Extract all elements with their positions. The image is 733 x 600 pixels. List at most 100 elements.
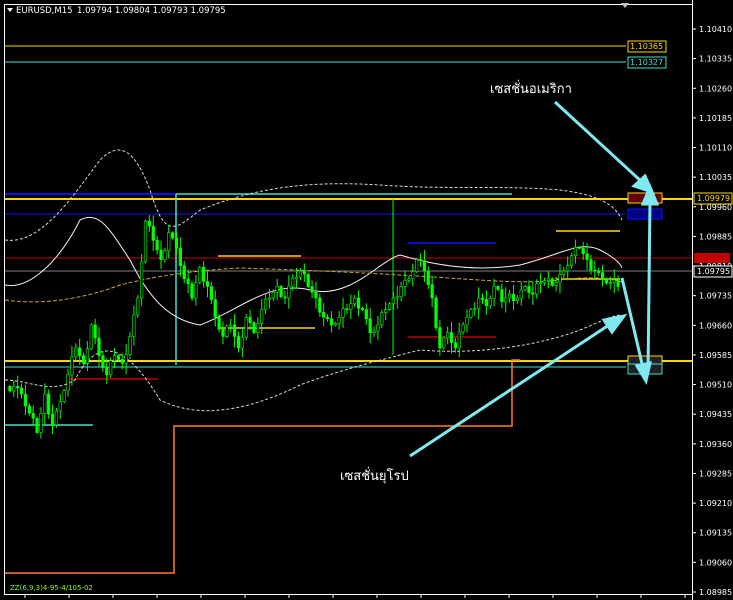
candle-body [395,296,399,299]
candle-body [225,325,229,337]
symbol-label: EURUSD,M15 [16,6,73,16]
candle-body [387,303,392,310]
candle-body [488,298,492,306]
candle-body [256,323,260,333]
candle-body [167,232,171,252]
candle-body [81,355,86,364]
candle-body [74,347,78,358]
chart-frame [4,4,693,595]
candle-body [248,316,252,323]
candle-body [128,336,132,355]
candle-body [573,246,578,257]
candle-body [151,225,155,241]
chart-dropdown-icon[interactable] [621,3,629,8]
candle-body [136,297,140,316]
candle-body [186,278,190,285]
candle-body [287,285,291,299]
candle-body [105,367,109,376]
candle-body [418,259,423,262]
candle-body [542,280,547,283]
candle-body [178,247,182,267]
candle-body [531,292,535,295]
candle-body [23,393,28,407]
candle-body [159,249,163,260]
candle-body [66,374,70,391]
candle-body [364,309,368,320]
candle-body [353,297,357,305]
candle-body [116,355,120,360]
candle-body [608,282,612,284]
candle-body [97,337,101,356]
candle-body [465,316,469,326]
price-tick-label: 1.08985 [699,588,732,597]
candle-body [62,390,66,403]
price-tick-label: 1.10185 [699,114,732,123]
candle-body [124,354,128,364]
candle-body [372,330,376,333]
candle-body [504,297,508,303]
candle-body [391,297,396,305]
candle-body [360,308,365,310]
candle-body [174,237,179,249]
candle-body [469,309,473,318]
candle-body [426,270,430,285]
candle-body [109,360,113,376]
candle-body [453,342,457,349]
candle-body [422,260,426,272]
candle-body [89,324,93,350]
candle-body [294,276,299,280]
candle-body [554,282,558,286]
candle-body [411,271,415,280]
candle-body [310,286,314,293]
price-tick-label: 1.10410 [699,25,732,34]
price-tick-label: 1.10335 [699,55,732,64]
candle-body [515,297,519,302]
candle-body [438,327,442,349]
candle-body [112,355,117,361]
candle-body [333,323,337,326]
candle-body [581,247,585,255]
candle-body [415,259,419,272]
candle-body [306,273,310,287]
candle-body [147,220,151,227]
obscured-labels [627,192,730,375]
price-tick-label: 1.09510 [699,381,732,390]
candle-body [368,318,372,333]
candle-body [263,298,268,310]
candle-body [597,270,601,273]
candle-body [50,413,55,426]
price-axis: 1.10410 1.10335 1.10260 1.10185 1.10110 1.100… [692,25,732,597]
candle-body [356,297,361,309]
price-label-1-09979: 1.09979 [697,194,730,203]
candle-body [566,265,570,272]
candle-body [477,297,481,309]
candle-body [593,269,597,272]
price-tick-label: 1.09060 [699,558,732,567]
candle-body [240,336,244,349]
candle-body [47,393,51,415]
candle-body [58,401,62,412]
candle-body [523,286,527,291]
candle-body [70,356,74,376]
candle-body [101,355,105,368]
candle-body [442,337,446,349]
candle-body [275,286,279,293]
symbol-arrow-icon [7,8,13,12]
price-label-current: 1.09795 [697,267,730,276]
price-tick-label: 1.10035 [699,173,732,182]
candle-body [430,284,434,299]
candle-body [345,308,349,311]
price-chart[interactable]: EURUSD,M15 1.09794 1.09804 1.09793 1.097… [0,0,733,600]
candle-body [325,316,330,320]
candle-body [31,413,35,419]
candle-body [205,281,210,287]
price-tick-label: 1.09435 [699,410,732,419]
candle-body [19,387,24,395]
candle-body [12,386,16,392]
candle-body [600,272,605,280]
price-tick-label: 1.10110 [699,144,732,153]
candle-body [283,296,287,299]
candle-body [577,246,581,249]
candle-body [267,297,272,300]
candle-body [194,282,198,299]
